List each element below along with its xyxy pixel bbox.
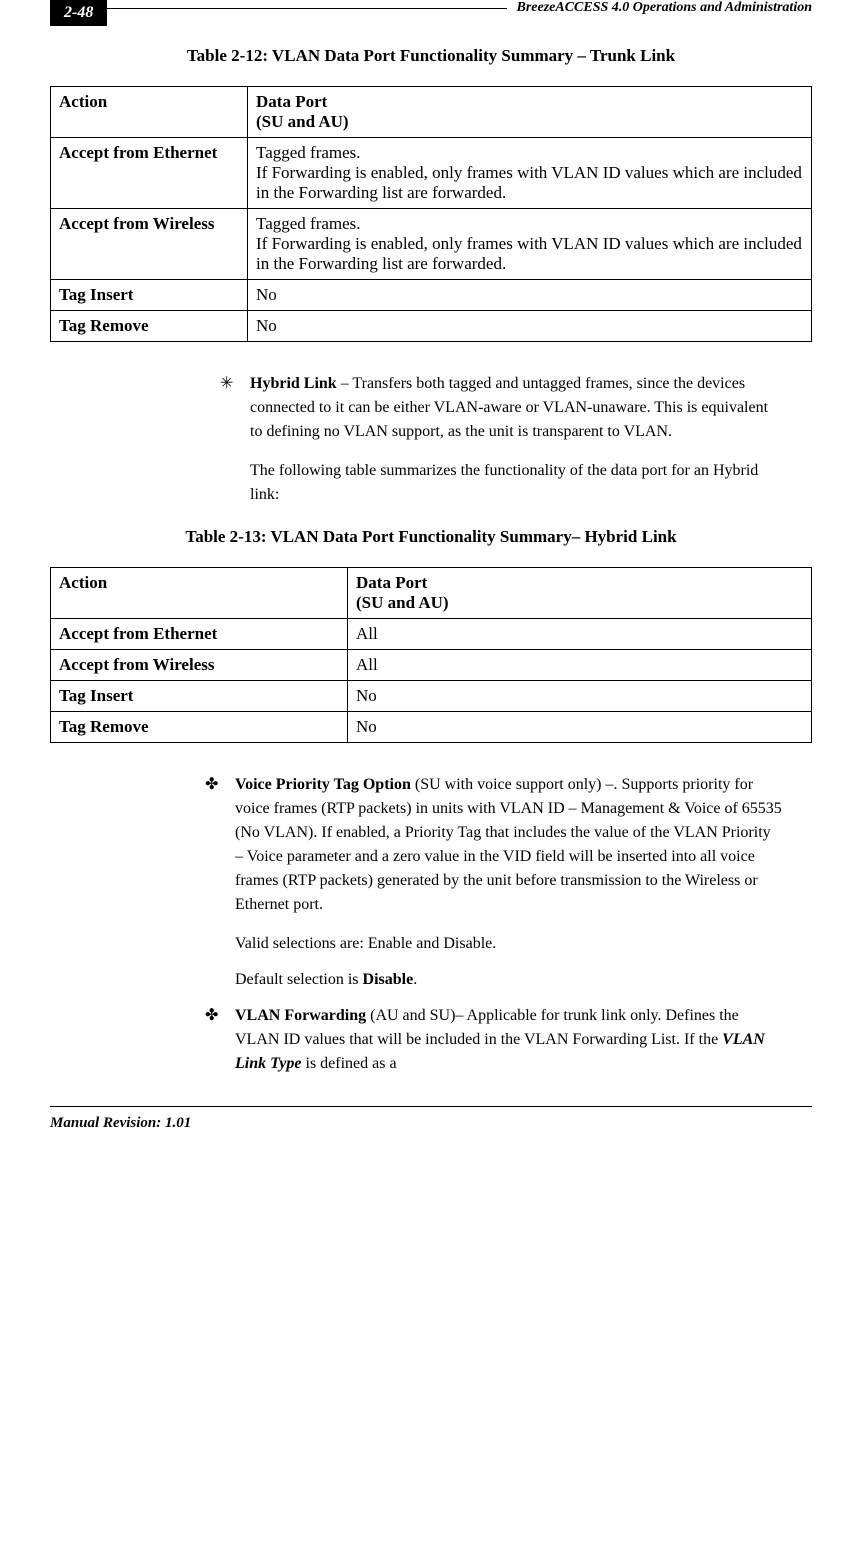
voice-priority-title: Voice Priority Tag Option — [235, 776, 411, 793]
table-row: Accept from Ethernet All — [51, 619, 812, 650]
cross-icon: ✤ — [205, 1004, 235, 1076]
bullet-vlan-forwarding: ✤ VLAN Forwarding (AU and SU)– Applicabl… — [205, 1004, 782, 1076]
page-number: 2-48 — [50, 0, 107, 26]
table1-caption: Table 2-12: VLAN Data Port Functionality… — [50, 46, 812, 66]
bullet-hybrid-link: ✳ Hybrid Link – Transfers both tagged an… — [220, 372, 782, 444]
page-footer: Manual Revision: 1.01 — [50, 1106, 812, 1132]
header-title: BreezeACCESS 4.0 Operations and Administ… — [517, 0, 813, 16]
voice-priority-text: (SU with voice support only) –. Supports… — [235, 776, 782, 913]
cross-icon: ✤ — [205, 773, 235, 917]
table-row: Tag Remove No — [51, 712, 812, 743]
vlan-forwarding-title: VLAN Forwarding — [235, 1007, 366, 1024]
table2-header-dataport: Data Port (SU and AU) — [348, 568, 812, 619]
table2-caption: Table 2-13: VLAN Data Port Functionality… — [50, 527, 812, 547]
hybrid-para2: The following table summarizes the funct… — [250, 459, 782, 507]
table-row: Accept from Ethernet Tagged frames. If F… — [51, 138, 812, 209]
voice-para2: Valid selections are: Enable and Disable… — [235, 932, 782, 956]
table1-header-dataport: Data Port (SU and AU) — [248, 87, 812, 138]
bullet-voice-priority: ✤ Voice Priority Tag Option (SU with voi… — [205, 773, 782, 917]
table2-header-action: Action — [51, 568, 348, 619]
table-row: Tag Insert No — [51, 280, 812, 311]
table-row: Tag Remove No — [51, 311, 812, 342]
page-header: 2-48 BreezeACCESS 4.0 Operations and Adm… — [50, 0, 812, 26]
hybrid-link-title: Hybrid Link — [250, 375, 337, 392]
asterisk-icon: ✳ — [220, 372, 250, 444]
table1-header-action: Action — [51, 87, 248, 138]
table-hybrid-link: Action Data Port (SU and AU) Accept from… — [50, 567, 812, 743]
table-row: Tag Insert No — [51, 681, 812, 712]
table-row: Accept from Wireless All — [51, 650, 812, 681]
table-trunk-link: Action Data Port (SU and AU) Accept from… — [50, 86, 812, 342]
manual-revision: Manual Revision: 1.01 — [50, 1115, 812, 1132]
vlan-forwarding-text-post: is defined as a — [302, 1055, 397, 1072]
table-row: Accept from Wireless Tagged frames. If F… — [51, 209, 812, 280]
voice-para3: Default selection is Disable. — [235, 968, 782, 992]
